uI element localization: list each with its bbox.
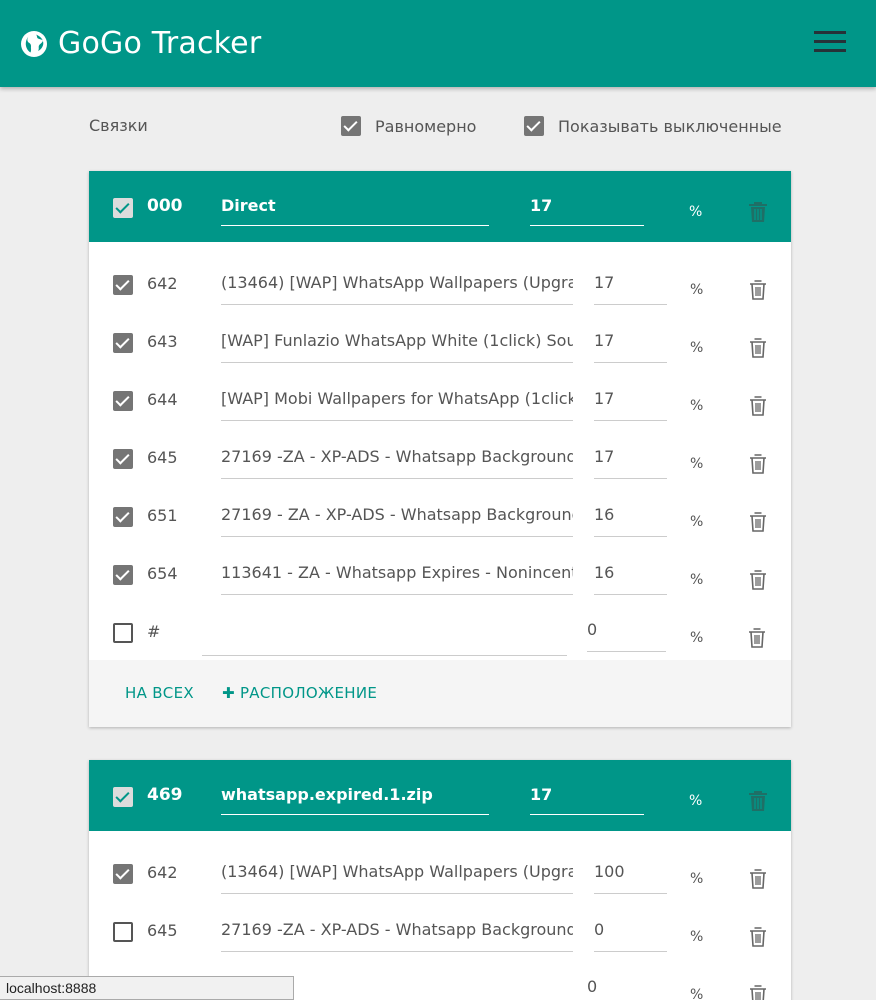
list-item: 643 [WAP] Funlazio WhatsApp White (1clic… <box>89 306 791 364</box>
list-item-new: # 0 % <box>89 596 791 656</box>
row-checkbox[interactable] <box>113 275 133 295</box>
option-uniform-label: Равномерно <box>375 116 477 136</box>
trash-icon[interactable] <box>748 628 766 648</box>
trash-icon[interactable] <box>749 338 767 358</box>
row-checkbox[interactable] <box>113 507 133 527</box>
row-checkbox[interactable] <box>113 391 133 411</box>
row-code: 643 <box>147 332 178 351</box>
app-title: GoGo Tracker <box>58 26 262 61</box>
header-code: 469 <box>147 785 183 805</box>
header-name-input[interactable]: Direct <box>221 194 489 226</box>
list-item: 654 113641 - ZA - Whatsapp Expires - Non… <box>89 538 791 596</box>
row-name-input[interactable]: 113641 - ZA - Whatsapp Expires - Nonince… <box>221 563 573 595</box>
row-percent-input[interactable]: 17 <box>594 273 667 305</box>
trash-icon[interactable] <box>749 985 767 1000</box>
percent-unit: % <box>690 630 704 646</box>
percent-unit: % <box>690 929 704 945</box>
card-footer: НА ВСЕХ ✚ РАСПОЛОЖЕНИЕ <box>89 660 791 727</box>
percent-unit: % <box>690 398 704 414</box>
row-checkbox[interactable] <box>113 922 133 942</box>
percent-unit: % <box>690 340 704 356</box>
globe-icon <box>21 31 47 57</box>
row-code: 654 <box>147 564 178 583</box>
percent-unit: % <box>690 514 704 530</box>
option-show-disabled[interactable]: Показывать выключенные <box>524 116 782 136</box>
list-item: 644 [WAP] Mobi Wallpapers for WhatsApp (… <box>89 364 791 422</box>
list-item: 645 27169 -ZA - XP-ADS - Whatsapp Backgr… <box>89 422 791 480</box>
card-header: 000 Direct 17 % <box>89 171 791 242</box>
row-name-input[interactable]: (13464) [WAP] WhatsApp Wallpapers (Upgra… <box>221 273 573 305</box>
list-item: 645 27169 -ZA - XP-ADS - Whatsapp Backgr… <box>89 895 791 953</box>
row-code: 645 <box>147 448 178 467</box>
bundle-card: 000 Direct 17 % 642 (13464) [WAP] WhatsA… <box>89 171 791 727</box>
row-checkbox[interactable] <box>113 449 133 469</box>
percent-unit: % <box>689 793 703 809</box>
show-disabled-checkbox[interactable] <box>524 116 544 136</box>
row-name-input[interactable]: (13464) [WAP] WhatsApp Wallpapers (Upgra… <box>221 862 573 894</box>
percent-unit: % <box>690 987 704 1000</box>
row-name-input[interactable]: 27169 -ZA - XP-ADS - Whatsapp Background… <box>221 447 573 479</box>
row-name-input[interactable]: 27169 -ZA - XP-ADS - Whatsapp Background… <box>221 920 573 952</box>
option-show-disabled-label: Показывать выключенные <box>558 116 782 136</box>
header-checkbox[interactable] <box>113 787 133 807</box>
row-percent-input[interactable]: 0 <box>594 920 667 952</box>
trash-icon[interactable] <box>749 869 767 889</box>
menu-icon[interactable] <box>814 31 846 55</box>
plus-icon: ✚ <box>222 684 235 702</box>
row-name-input[interactable] <box>202 632 567 656</box>
row-percent-input[interactable]: 0 <box>587 977 666 1000</box>
trash-icon[interactable] <box>749 396 767 416</box>
percent-unit: % <box>689 204 703 220</box>
trash-icon[interactable] <box>749 927 767 947</box>
bundle-card: 469 whatsapp.expired.1.zip 17 % 642 (134… <box>89 760 791 1000</box>
header-percent-input[interactable]: 17 <box>530 194 644 226</box>
row-percent-input[interactable]: 16 <box>594 505 667 537</box>
trash-icon[interactable] <box>749 512 767 532</box>
trash-icon[interactable] <box>749 280 767 300</box>
row-checkbox[interactable] <box>113 623 133 643</box>
row-checkbox[interactable] <box>113 565 133 585</box>
list-item: 651 27169 - ZA - XP-ADS - Whatsapp Backg… <box>89 480 791 538</box>
row-code: 642 <box>147 863 178 882</box>
percent-unit: % <box>690 282 704 298</box>
percent-unit: % <box>690 572 704 588</box>
uniform-checkbox[interactable] <box>341 116 361 136</box>
row-name-input[interactable]: [WAP] Mobi Wallpapers for WhatsApp (1cli… <box>221 389 573 421</box>
section-label: Связки <box>89 116 148 135</box>
percent-unit: % <box>690 871 704 887</box>
trash-icon[interactable] <box>748 201 768 223</box>
header-percent-input[interactable]: 17 <box>530 783 644 815</box>
add-placement-button[interactable]: ✚ РАСПОЛОЖЕНИЕ <box>222 684 377 702</box>
list-item: 642 (13464) [WAP] WhatsApp Wallpapers (U… <box>89 837 791 895</box>
row-checkbox[interactable] <box>113 333 133 353</box>
header-code: 000 <box>147 196 183 216</box>
row-percent-input[interactable]: 0 <box>587 620 666 652</box>
browser-status-bar: localhost:8888 <box>0 976 294 1000</box>
row-checkbox[interactable] <box>113 864 133 884</box>
row-code: 644 <box>147 390 178 409</box>
row-percent-input[interactable]: 16 <box>594 563 667 595</box>
trash-icon[interactable] <box>749 570 767 590</box>
row-code: 645 <box>147 921 178 940</box>
card-header: 469 whatsapp.expired.1.zip 17 % <box>89 760 791 831</box>
row-code: 642 <box>147 274 178 293</box>
row-name-input[interactable]: [WAP] Funlazio WhatsApp White (1click) S… <box>221 331 573 363</box>
list-item: 642 (13464) [WAP] WhatsApp Wallpapers (U… <box>89 248 791 306</box>
apply-all-button[interactable]: НА ВСЕХ <box>125 684 194 702</box>
app-bar: GoGo Tracker <box>0 0 876 87</box>
header-name-input[interactable]: whatsapp.expired.1.zip <box>221 783 489 815</box>
add-placement-label: РАСПОЛОЖЕНИЕ <box>239 684 378 702</box>
row-percent-input[interactable]: 17 <box>594 331 667 363</box>
row-percent-input[interactable]: 17 <box>594 447 667 479</box>
row-name-input[interactable]: 27169 - ZA - XP-ADS - Whatsapp Backgroun… <box>221 505 573 537</box>
row-code: 651 <box>147 506 178 525</box>
trash-icon[interactable] <box>748 790 768 812</box>
row-percent-input[interactable]: 17 <box>594 389 667 421</box>
percent-unit: % <box>690 456 704 472</box>
header-checkbox[interactable] <box>113 198 133 218</box>
option-uniform[interactable]: Равномерно <box>341 116 476 136</box>
row-percent-input[interactable]: 100 <box>594 862 667 894</box>
trash-icon[interactable] <box>749 454 767 474</box>
row-code: # <box>147 622 161 641</box>
